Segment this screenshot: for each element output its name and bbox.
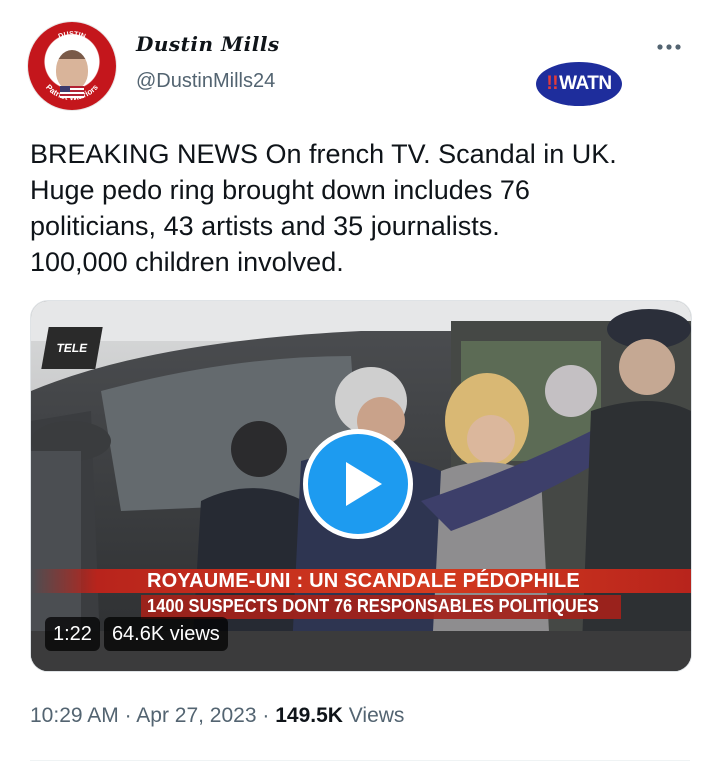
more-horizontal-icon — [657, 44, 681, 50]
tweet-text-line: BREAKING NEWS On french TV. Scandal in U… — [30, 139, 617, 169]
tweet-text: BREAKING NEWS On french TV. Scandal in U… — [30, 136, 700, 280]
divider — [30, 760, 690, 761]
tweet-metadata: 10:29 AM · Apr 27, 2023 · 149.5K Views — [30, 704, 404, 728]
views-count[interactable]: 149.5K — [275, 704, 343, 727]
display-name[interactable]: Dustin Mills — [136, 32, 280, 56]
watn-badge-label: WATN — [559, 73, 612, 94]
video-duration: 1:22 — [45, 617, 100, 651]
tweet-time[interactable]: 10:29 AM — [30, 704, 119, 727]
video-views: 64.6K views — [103, 617, 228, 651]
views-label[interactable]: Views — [349, 704, 405, 727]
play-icon — [346, 462, 382, 506]
news-banner-headline: ROYAUME-UNI : UN SCANDALE PÉDOPHILE — [31, 569, 691, 593]
separator: · — [124, 704, 132, 727]
separator: · — [262, 704, 270, 727]
banner-headline-text: ROYAUME-UNI : UN SCANDALE PÉDOPHILE — [147, 570, 580, 592]
flag-icon — [60, 86, 84, 98]
video-player[interactable]: TELE ROYAUME-UNI : UN SCANDALE PÉDOPHILE… — [30, 300, 692, 672]
channel-logo: TELE — [41, 327, 103, 369]
avatar[interactable]: DUSTIN Patriot Warriors — [28, 22, 116, 110]
news-banner-subline: 1400 SUSPECTS DONT 76 RESPONSABLES POLIT… — [141, 595, 621, 619]
tweet-text-line: politicians, 43 artists and 35 journalis… — [30, 211, 500, 241]
video-meta: 1:22 64.6K views — [45, 617, 228, 651]
avatar-ring-top: DUSTIN — [58, 31, 87, 41]
tweet-text-line: 100,000 children involved. — [30, 247, 344, 277]
svg-text:DUSTIN: DUSTIN — [58, 31, 87, 41]
watn-badge[interactable]: !! WATN — [536, 62, 622, 106]
play-button[interactable] — [303, 429, 413, 539]
banner-subline-text: 1400 SUSPECTS DONT 76 RESPONSABLES POLIT… — [147, 596, 599, 616]
watn-badge-prefix: !! — [546, 73, 559, 94]
avatar-face — [56, 50, 88, 90]
more-options-button[interactable] — [652, 30, 686, 64]
tweet-date[interactable]: Apr 27, 2023 — [136, 704, 256, 727]
user-handle[interactable]: @DustinMills24 — [136, 70, 275, 93]
tweet-text-line: Huge pedo ring brought down includes 76 — [30, 175, 530, 205]
